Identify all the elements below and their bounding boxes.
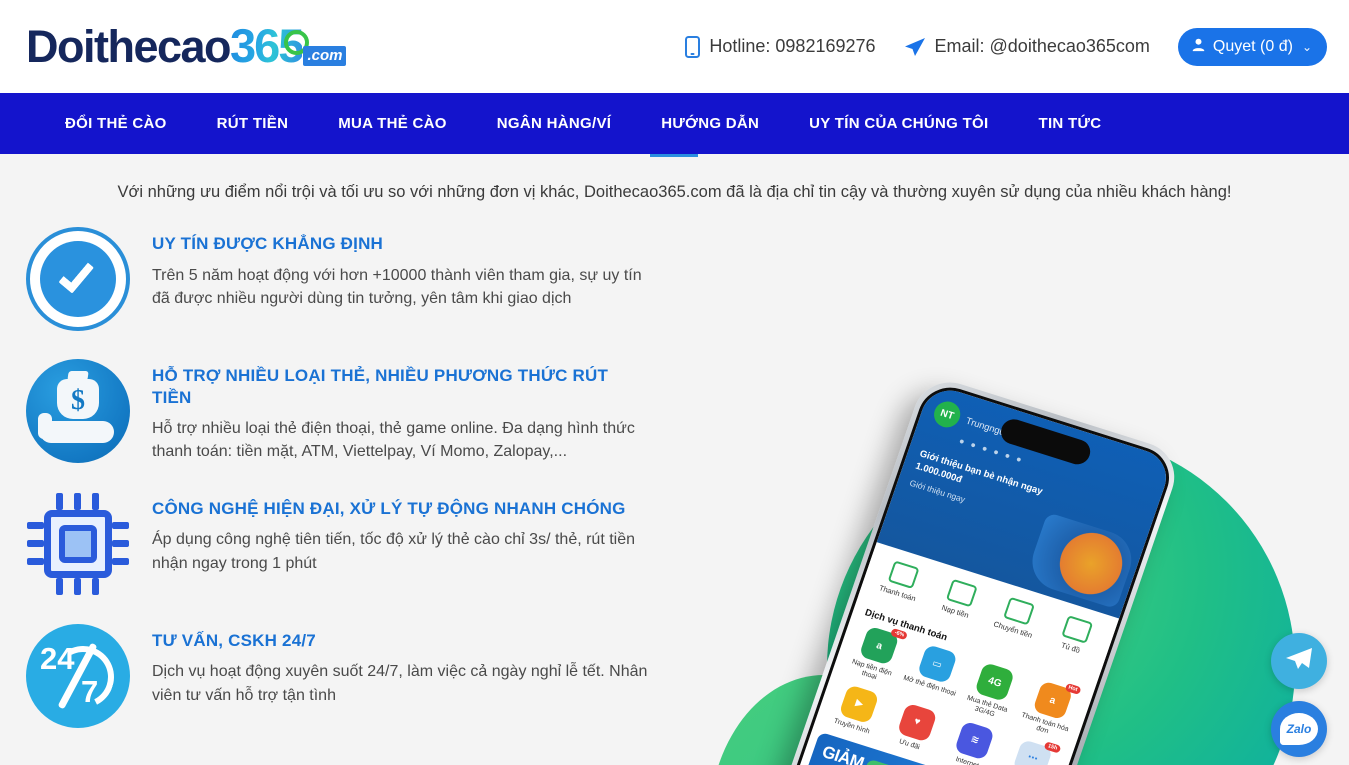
qr-scan-icon: [887, 560, 920, 589]
service-glyph: a: [874, 639, 884, 652]
email-label: Email: @doithecao365com: [934, 36, 1150, 56]
quick-action-item[interactable]: Nạp tiền: [927, 574, 992, 624]
telegram-icon: [1284, 646, 1314, 677]
quick-action-item[interactable]: Tủ đồ: [1042, 610, 1107, 660]
logo-text-365: 365: [230, 18, 310, 73]
intro-text: Với những ưu điểm nổi trội và tối ưu so …: [117, 183, 1232, 201]
telegram-contact-button[interactable]: [1271, 633, 1327, 689]
feature-description: Dịch vụ hoạt động xuyên suốt 24/7, làm v…: [152, 663, 648, 704]
locker-icon: [1061, 614, 1093, 644]
nav-item-uy-tin-cua-chung-toi[interactable]: UY TÍN CỦA CHÚNG TÔI: [784, 115, 1013, 132]
nav-item-huong-dan[interactable]: HƯỚNG DẪN: [636, 115, 784, 132]
feature-body: CÔNG NGHỆ HIỆN ĐẠI, XỬ LÝ TỰ ĐỘNG NHANH …: [152, 492, 652, 575]
service-glyph: ≋: [968, 733, 981, 747]
feature-item: UY TÍN ĐƯỢC KHẲNG ĐỊNH Trên 5 năm hoạt đ…: [26, 226, 700, 331]
service-glyph: a: [1048, 694, 1058, 707]
feature-item: CÔNG NGHỆ HIỆN ĐẠI, XỬ LÝ TỰ ĐỘNG NHANH …: [26, 492, 700, 596]
nav-item-mua-the-cao[interactable]: MUA THẺ CÀO: [313, 115, 472, 132]
hotline-item[interactable]: Hotline: 0982169276: [685, 35, 876, 58]
nav-item-rut-tien[interactable]: RÚT TIỀN: [192, 115, 314, 132]
service-glyph: ⋯: [1025, 751, 1040, 765]
quick-action-item[interactable]: Chuyển tiền: [985, 592, 1050, 642]
hotline-label: Hotline: 0982169276: [709, 36, 876, 56]
header-contact-area: Hotline: 0982169276 Email: @doithecao365…: [685, 0, 1327, 93]
service-glyph: ♥: [912, 715, 922, 729]
app-avatar: NT: [930, 397, 964, 431]
nav-item-ngan-hang-vi[interactable]: NGÂN HÀNG/VÍ: [472, 115, 636, 132]
chevron-down-icon: ⌄: [1301, 39, 1312, 54]
transfer-icon: [1003, 596, 1036, 626]
logo-text-main: Doithecao: [26, 21, 232, 72]
cpu-chip-icon: [26, 492, 130, 596]
feature-body: UY TÍN ĐƯỢC KHẲNG ĐỊNH Trên 5 năm hoạt đ…: [152, 227, 652, 310]
user-account-button[interactable]: Quyet (0 đ) ⌄: [1177, 27, 1327, 66]
zalo-icon: Zalo: [1280, 713, 1318, 745]
site-header: Doithecao 365 .com Hotline: 0982169276 E…: [0, 0, 1349, 93]
email-item[interactable]: Email: @doithecao365com: [904, 36, 1150, 57]
user-button-label: Quyet (0 đ): [1212, 37, 1293, 55]
service-item[interactable]: ▶ Truyền hình: [823, 680, 891, 739]
quick-action-item[interactable]: Thanh toán: [869, 556, 934, 606]
mobile-phone-icon: [685, 35, 701, 58]
nav-item-tin-tuc[interactable]: TIN TỨC: [1014, 115, 1127, 132]
banner-discount-amount: 15k: [863, 758, 900, 765]
wallet-icon: [945, 578, 978, 608]
site-logo[interactable]: Doithecao 365 .com: [26, 18, 347, 73]
service-glyph: ▶: [853, 697, 865, 711]
banner-discount-word: GIẢM: [819, 741, 867, 765]
feature-item: $ HỖ TRỢ NHIỀU LOẠI THẺ, NHIỀU PHƯƠNG TH…: [26, 358, 700, 464]
floating-contact-buttons: Zalo: [1271, 633, 1327, 757]
logo-dotcom-badge: .com: [303, 46, 347, 66]
service-glyph: ▭: [930, 657, 944, 671]
money-bag-hand-icon: $: [26, 358, 130, 463]
user-avatar-icon: [1191, 37, 1206, 57]
active-nav-indicator: [650, 154, 698, 157]
nav-item-doi-the-cao[interactable]: ĐỔI THẺ CÀO: [40, 115, 192, 132]
service-item[interactable]: ♥ Ưu đãi: [881, 698, 949, 757]
feature-list: UY TÍN ĐƯỢC KHẲNG ĐỊNH Trên 5 năm hoạt đ…: [0, 226, 700, 756]
feature-description: Trên 5 năm hoạt động với hơn +10000 thàn…: [152, 266, 642, 307]
feature-body: TƯ VẤN, CSKH 24/7 Dịch vụ hoạt động xuyê…: [152, 624, 652, 707]
service-glyph: 4G: [986, 674, 1004, 690]
feature-item: 24 7 TƯ VẤN, CSKH 24/7 Dịch vụ hoạt động…: [26, 623, 700, 728]
feature-description: Áp dụng công nghệ tiên tiến, tốc độ xử l…: [152, 531, 636, 572]
feature-title: HỖ TRỢ NHIỀU LOẠI THẺ, NHIỀU PHƯƠNG THỨC…: [152, 365, 609, 407]
main-navigation: ĐỔI THẺ CÀO RÚT TIỀN MUA THẺ CÀO NGÂN HÀ…: [0, 93, 1349, 157]
check-circle-icon: [26, 226, 130, 331]
feature-title: TƯ VẤN, CSKH 24/7: [152, 630, 316, 650]
feature-title: UY TÍN ĐƯỢC KHẲNG ĐỊNH: [152, 233, 384, 253]
service-item[interactable]: ≋ Internet: [939, 717, 1007, 765]
feature-body: HỖ TRỢ NHIỀU LOẠI THẺ, NHIỀU PHƯƠNG THỨC…: [152, 359, 652, 464]
24-7-support-icon: 24 7: [26, 623, 130, 728]
service-badge: 15h: [1043, 740, 1062, 754]
feature-title: CÔNG NGHỆ HIỆN ĐẠI, XỬ LÝ TỰ ĐỘNG NHANH …: [152, 498, 626, 518]
zalo-contact-button[interactable]: Zalo: [1271, 701, 1327, 757]
hero-phone-illustration: NT Trungnguyen ● ● ● ● ● ● Giới thiệu bạ…: [709, 373, 1349, 765]
page-root: Doithecao 365 .com Hotline: 0982169276 E…: [0, 0, 1349, 765]
send-plane-icon: [904, 37, 926, 57]
service-item[interactable]: a Hot Thanh toán hóa đơn: [1014, 676, 1085, 743]
feature-description: Hỗ trợ nhiều loại thẻ điện thoại, thẻ ga…: [152, 420, 635, 461]
app-promo-illustration: [1024, 511, 1140, 609]
main-content: UY TÍN ĐƯỢC KHẲNG ĐỊNH Trên 5 năm hoạt đ…: [0, 205, 1349, 765]
